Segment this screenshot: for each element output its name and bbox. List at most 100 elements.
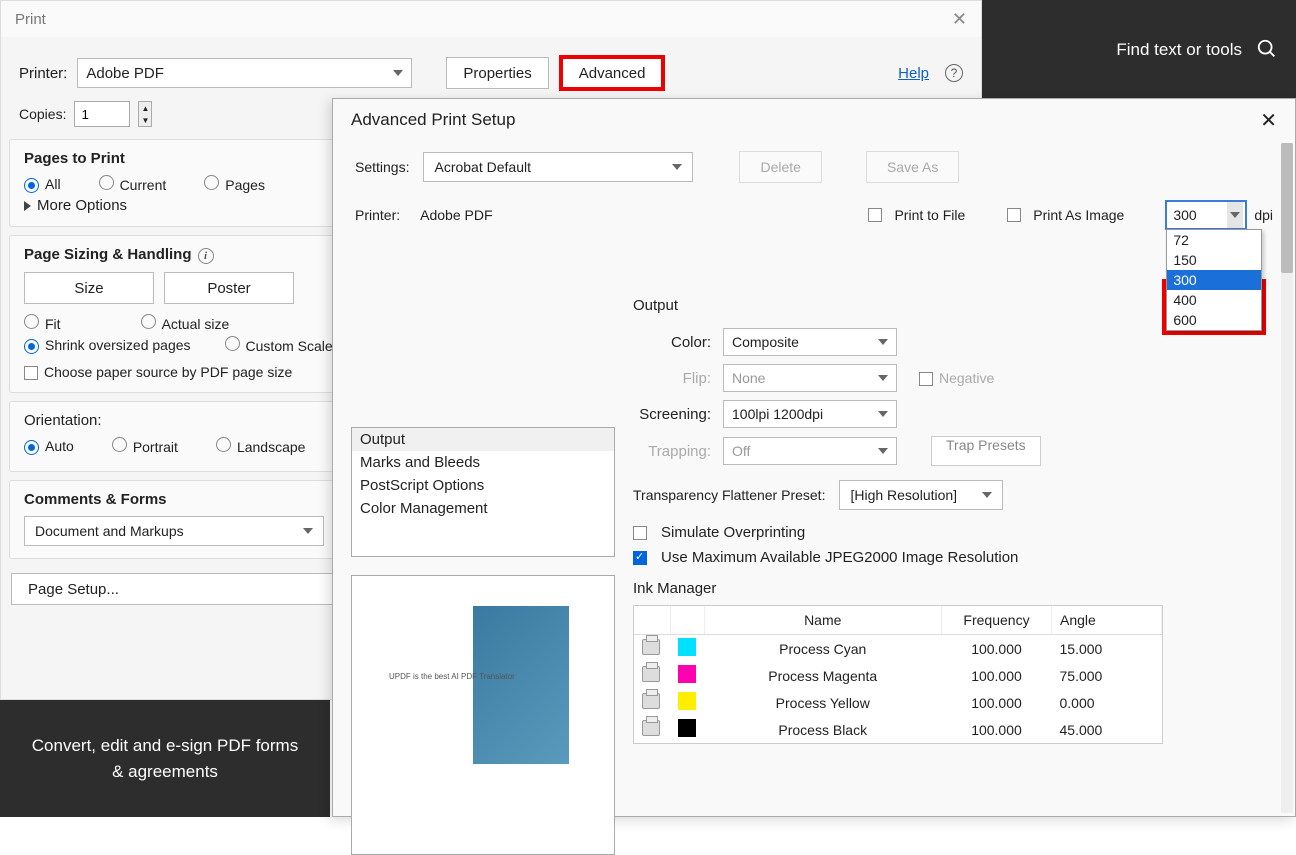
flip-select: None bbox=[723, 364, 897, 392]
actual-radio[interactable] bbox=[141, 314, 156, 329]
adv-printer-value: Adobe PDF bbox=[420, 207, 492, 223]
info-icon[interactable]: i bbox=[198, 248, 214, 264]
adv-printer-label: Printer: bbox=[355, 207, 400, 223]
pages-radio[interactable] bbox=[204, 175, 219, 190]
sim-over-label: Simulate Overprinting bbox=[661, 524, 805, 541]
ink-name: Process Yellow bbox=[704, 689, 942, 716]
print-to-file-label: Print to File bbox=[894, 207, 965, 223]
dpi-dropdown[interactable]: 72 150 300 400 600 bbox=[1166, 229, 1262, 331]
sim-over-checkbox[interactable] bbox=[633, 526, 647, 540]
use-max-checkbox[interactable] bbox=[633, 551, 647, 565]
category-item[interactable]: Output bbox=[352, 428, 614, 451]
chevron-down-icon bbox=[878, 448, 888, 454]
trapping-value: Off bbox=[732, 443, 750, 459]
ink-freq: 100.000 bbox=[942, 716, 1052, 743]
search-icon[interactable] bbox=[1256, 38, 1278, 63]
ink-row[interactable]: Process Cyan100.00015.000 bbox=[634, 635, 1162, 663]
chevron-down-icon bbox=[303, 528, 313, 534]
ink-table: Name Frequency Angle Process Cyan100.000… bbox=[633, 605, 1163, 744]
color-select[interactable]: Composite bbox=[723, 328, 897, 356]
poster-button[interactable]: Poster bbox=[164, 272, 294, 304]
dpi-select[interactable]: 300 bbox=[1166, 201, 1246, 229]
ink-col-freq: Frequency bbox=[942, 606, 1052, 635]
actual-label: Actual size bbox=[162, 316, 230, 332]
auto-radio[interactable] bbox=[24, 440, 39, 455]
dpi-option[interactable]: 150 bbox=[1167, 250, 1261, 270]
preview-text: UPDF is the best AI PDF Translator bbox=[389, 672, 515, 681]
tfp-label: Transparency Flattener Preset: bbox=[633, 487, 825, 503]
swatch-icon bbox=[678, 719, 696, 737]
advanced-dialog: Advanced Print Setup ✕ Settings: Acrobat… bbox=[332, 98, 1296, 817]
category-item[interactable]: Marks and Bleeds bbox=[352, 451, 614, 474]
printer-icon bbox=[642, 639, 660, 655]
print-as-image-label: Print As Image bbox=[1033, 207, 1124, 223]
close-icon[interactable]: ✕ bbox=[952, 9, 967, 30]
print-as-image-checkbox[interactable] bbox=[1007, 208, 1021, 222]
triangle-icon bbox=[24, 201, 31, 211]
auto-label: Auto bbox=[45, 438, 74, 454]
category-item[interactable]: Color Management bbox=[352, 497, 614, 520]
swatch-icon bbox=[678, 665, 696, 683]
copies-spinner[interactable]: ▲▼ bbox=[138, 101, 152, 127]
portrait-radio[interactable] bbox=[112, 437, 127, 452]
properties-button[interactable]: Properties bbox=[446, 57, 548, 89]
ink-row[interactable]: Process Magenta100.00075.000 bbox=[634, 662, 1162, 689]
preview-pane: UPDF is the best AI PDF Translator bbox=[351, 575, 615, 855]
copies-input[interactable] bbox=[74, 101, 130, 127]
ink-name: Process Black bbox=[704, 716, 942, 743]
ink-row[interactable]: Process Yellow100.0000.000 bbox=[634, 689, 1162, 716]
help-link[interactable]: Help bbox=[898, 65, 929, 82]
printer-icon bbox=[642, 693, 660, 709]
preview-image bbox=[473, 606, 569, 764]
advanced-highlight: Advanced bbox=[559, 55, 666, 91]
custom-radio[interactable] bbox=[225, 336, 240, 351]
landscape-radio[interactable] bbox=[216, 437, 231, 452]
ink-angle: 0.000 bbox=[1052, 689, 1162, 716]
dpi-option[interactable]: 600 bbox=[1167, 310, 1261, 330]
shrink-radio[interactable] bbox=[24, 339, 39, 354]
paper-source-checkbox[interactable] bbox=[24, 366, 38, 380]
close-icon[interactable]: ✕ bbox=[1260, 108, 1277, 133]
printer-value: Adobe PDF bbox=[86, 65, 164, 82]
landscape-label: Landscape bbox=[237, 439, 306, 455]
printer-select[interactable]: Adobe PDF bbox=[77, 58, 412, 88]
category-item[interactable]: PostScript Options bbox=[352, 474, 614, 497]
dpi-value: 300 bbox=[1173, 207, 1196, 223]
advanced-button[interactable]: Advanced bbox=[563, 59, 662, 87]
settings-select[interactable]: Acrobat Default bbox=[423, 152, 693, 182]
print-to-file-checkbox[interactable] bbox=[868, 208, 882, 222]
ink-row[interactable]: Process Black100.00045.000 bbox=[634, 716, 1162, 743]
dpi-option[interactable]: 72 bbox=[1167, 230, 1261, 250]
tfp-select[interactable]: [High Resolution] bbox=[839, 480, 1003, 510]
saveas-button[interactable]: Save As bbox=[866, 151, 959, 183]
find-tools-text[interactable]: Find text or tools bbox=[1116, 40, 1242, 60]
paper-source-label: Choose paper source by PDF page size bbox=[44, 364, 292, 380]
custom-label: Custom Scale bbox=[246, 338, 333, 354]
dpi-label: dpi bbox=[1254, 207, 1273, 223]
current-radio[interactable] bbox=[99, 175, 114, 190]
negative-label: Negative bbox=[939, 370, 994, 386]
convert-banner: Convert, edit and e-sign PDF forms & agr… bbox=[0, 700, 330, 817]
ink-col-angle: Angle bbox=[1052, 606, 1162, 635]
use-max-label: Use Maximum Available JPEG2000 Image Res… bbox=[661, 549, 1018, 566]
delete-button[interactable]: Delete bbox=[739, 151, 821, 183]
screening-select[interactable]: 100lpi 1200dpi bbox=[723, 400, 897, 428]
trapping-label: Trapping: bbox=[633, 443, 711, 460]
portrait-label: Portrait bbox=[133, 439, 178, 455]
size-button[interactable]: Size bbox=[24, 272, 154, 304]
dpi-option[interactable]: 300 bbox=[1167, 270, 1261, 290]
flip-value: None bbox=[732, 370, 765, 386]
help-icon[interactable]: ? bbox=[945, 64, 963, 82]
all-radio[interactable] bbox=[24, 178, 39, 193]
ink-angle: 45.000 bbox=[1052, 716, 1162, 743]
ink-manager-heading: Ink Manager bbox=[633, 580, 1271, 597]
current-label: Current bbox=[120, 177, 167, 193]
ink-col-name: Name bbox=[704, 606, 942, 635]
dpi-option[interactable]: 400 bbox=[1167, 290, 1261, 310]
category-list[interactable]: Output Marks and Bleeds PostScript Optio… bbox=[351, 427, 615, 557]
comments-select[interactable]: Document and Markups bbox=[24, 516, 324, 546]
ink-freq: 100.000 bbox=[942, 689, 1052, 716]
chevron-down-icon bbox=[982, 492, 992, 498]
all-label: All bbox=[45, 176, 61, 192]
fit-radio[interactable] bbox=[24, 314, 39, 329]
